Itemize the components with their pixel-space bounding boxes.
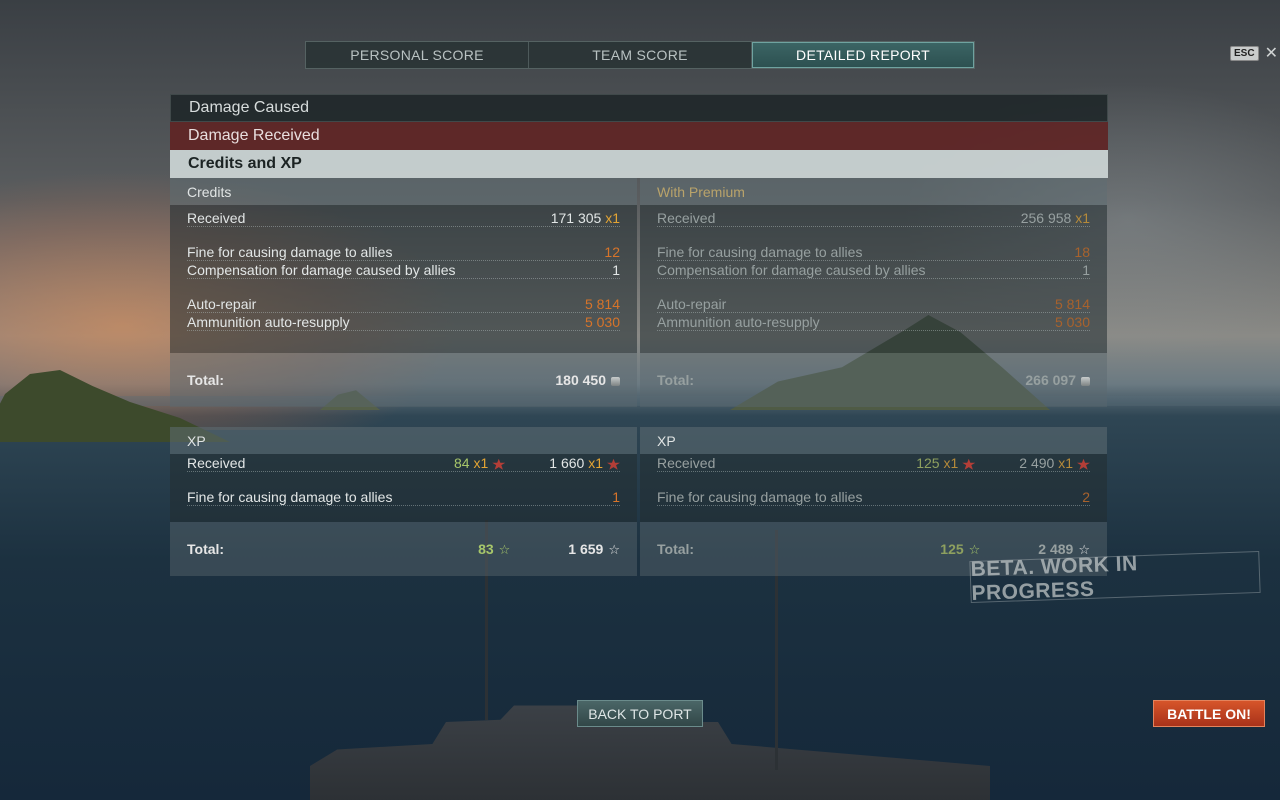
total-value: 266 097 — [1025, 372, 1090, 388]
star-outline-icon: ☆ — [968, 541, 981, 557]
row-value: 1 — [1082, 262, 1090, 278]
row-value: 171 305 x1 — [550, 210, 620, 226]
total-values: 83 ☆ 1 659 ☆ — [478, 541, 620, 558]
tab-team-score[interactable]: TEAM SCORE — [529, 42, 752, 68]
xp-star-icon — [962, 458, 976, 470]
xp-fine-row: Fine for causing damage to allies 1 — [187, 488, 620, 506]
premium-fine-row: Fine for causing damage to allies 18 — [657, 243, 1090, 261]
credits-total-row: Total: 180 450 — [170, 353, 637, 407]
multiplier: x1 — [1075, 210, 1090, 226]
premium-resupply-row: Ammunition auto-resupply 5 030 — [657, 313, 1090, 331]
tab-detailed-report[interactable]: DETAILED REPORT — [752, 42, 974, 68]
row-label: Ammunition auto-resupply — [187, 314, 350, 330]
credits-panel: Credits Received 171 305 x1 Fine for cau… — [170, 178, 637, 407]
row-label: Fine for causing damage to allies — [187, 489, 393, 505]
xp-star-icon — [1077, 458, 1090, 470]
credits-received-row: Received 171 305 x1 — [187, 209, 620, 227]
star-outline-icon: ☆ — [498, 541, 511, 557]
xp-star-icon — [492, 458, 506, 470]
row-value: 1 — [612, 489, 620, 505]
row-value: 5 030 — [1054, 314, 1090, 330]
row-label: Fine for causing damage to allies — [657, 489, 863, 505]
credits-header: Credits — [170, 178, 637, 205]
xp-header: XP — [170, 427, 637, 454]
credits-resupply-row: Ammunition auto-resupply 5 030 — [187, 313, 620, 331]
row-value: 5 030 — [584, 314, 620, 330]
section-credits-and-xp[interactable]: Credits and XP — [170, 150, 1108, 178]
multiplier: x1 — [605, 210, 620, 226]
ship-xp-total: 83 ☆ — [478, 540, 511, 557]
premium-compensation-row: Compensation for damage caused by allies… — [657, 261, 1090, 279]
row-label: Fine for causing damage to allies — [187, 244, 393, 260]
row-value: 2 — [1082, 489, 1090, 505]
row-label: Auto-repair — [187, 296, 257, 312]
star-outline-icon: ☆ — [608, 541, 620, 557]
xp-total-row: Total: 83 ☆ 1 659 ☆ — [170, 522, 637, 576]
tab-personal-score[interactable]: PERSONAL SCORE — [306, 42, 529, 68]
result-tabs: PERSONAL SCORE TEAM SCORE DETAILED REPOR… — [305, 41, 975, 69]
credits-premium-panel: With Premium Received 256 958 x1 Fine fo… — [640, 178, 1107, 407]
row-label: Received — [187, 455, 246, 471]
ship-xp-value: 125 x1 — [916, 455, 976, 471]
row-value: 18 — [1074, 244, 1090, 260]
premium-received-row: Received 256 958 x1 — [657, 209, 1090, 227]
row-label: Compensation for damage caused by allies — [657, 262, 926, 278]
xp-body: Received 84 x1 1 660 x1 Fine for causing… — [170, 454, 637, 522]
battle-on-button[interactable]: BATTLE ON! — [1153, 700, 1265, 727]
row-label: Received — [657, 210, 716, 226]
back-to-port-button[interactable]: BACK TO PORT — [577, 700, 703, 727]
row-values: 125 x1 2 490 x1 — [916, 455, 1090, 471]
total-value: 180 450 — [555, 372, 620, 388]
total-label: Total: — [187, 372, 225, 388]
row-label: Compensation for damage caused by allies — [187, 262, 456, 278]
credits-repair-row: Auto-repair 5 814 — [187, 295, 620, 313]
credits-fine-row: Fine for causing damage to allies 12 — [187, 243, 620, 261]
free-xp-value: 1 660 x1 — [549, 455, 620, 471]
section-damage-received[interactable]: Damage Received — [170, 122, 1108, 150]
free-xp-value: 2 490 x1 — [1019, 455, 1090, 471]
premium-repair-row: Auto-repair 5 814 — [657, 295, 1090, 313]
beta-watermark: BETA. WORK IN PROGRESS — [969, 550, 1261, 605]
xp-premium-panel: XP Received 125 x1 2 490 x1 Fine for cau… — [640, 427, 1107, 576]
row-label: Fine for causing damage to allies — [657, 244, 863, 260]
free-xp-total: 1 659 ☆ — [568, 540, 620, 557]
row-label: Ammunition auto-resupply — [657, 314, 820, 330]
row-label: Auto-repair — [657, 296, 727, 312]
esc-close[interactable]: ESC ✕ — [1230, 45, 1278, 61]
row-values: 84 x1 1 660 x1 — [454, 455, 620, 471]
xp-received-row: Received 84 x1 1 660 x1 — [187, 454, 620, 472]
row-value: 12 — [604, 244, 620, 260]
row-label: Received — [187, 210, 246, 226]
row-value: 256 958 x1 — [1020, 210, 1090, 226]
xp-premium-header: XP — [640, 427, 1107, 454]
xp-premium-body: Received 125 x1 2 490 x1 Fine for causin… — [640, 454, 1107, 522]
credits-body: Received 171 305 x1 Fine for causing dam… — [170, 205, 637, 353]
premium-xp-fine-row: Fine for causing damage to allies 2 — [657, 488, 1090, 506]
section-damage-caused[interactable]: Damage Caused — [170, 94, 1108, 122]
row-label: Received — [657, 455, 716, 471]
esc-key-icon: ESC — [1230, 46, 1259, 61]
total-label: Total: — [657, 372, 695, 388]
total-label: Total: — [657, 541, 695, 557]
total-label: Total: — [187, 541, 225, 557]
premium-total-row: Total: 266 097 — [640, 353, 1107, 407]
close-icon[interactable]: ✕ — [1265, 45, 1278, 61]
credit-coin-icon — [611, 376, 620, 386]
row-value: 1 — [612, 262, 620, 278]
row-value: 5 814 — [584, 296, 620, 312]
credits-premium-header: With Premium — [640, 178, 1107, 205]
premium-xp-received-row: Received 125 x1 2 490 x1 — [657, 454, 1090, 472]
xp-star-icon — [607, 458, 620, 470]
credits-compensation-row: Compensation for damage caused by allies… — [187, 261, 620, 279]
credit-coin-icon — [1081, 376, 1090, 386]
row-value: 5 814 — [1054, 296, 1090, 312]
xp-panel: XP Received 84 x1 1 660 x1 Fine for caus… — [170, 427, 637, 576]
ship-xp-total: 125 ☆ — [940, 540, 981, 557]
credits-premium-body: Received 256 958 x1 Fine for causing dam… — [640, 205, 1107, 353]
ship-xp-value: 84 x1 — [454, 455, 506, 471]
